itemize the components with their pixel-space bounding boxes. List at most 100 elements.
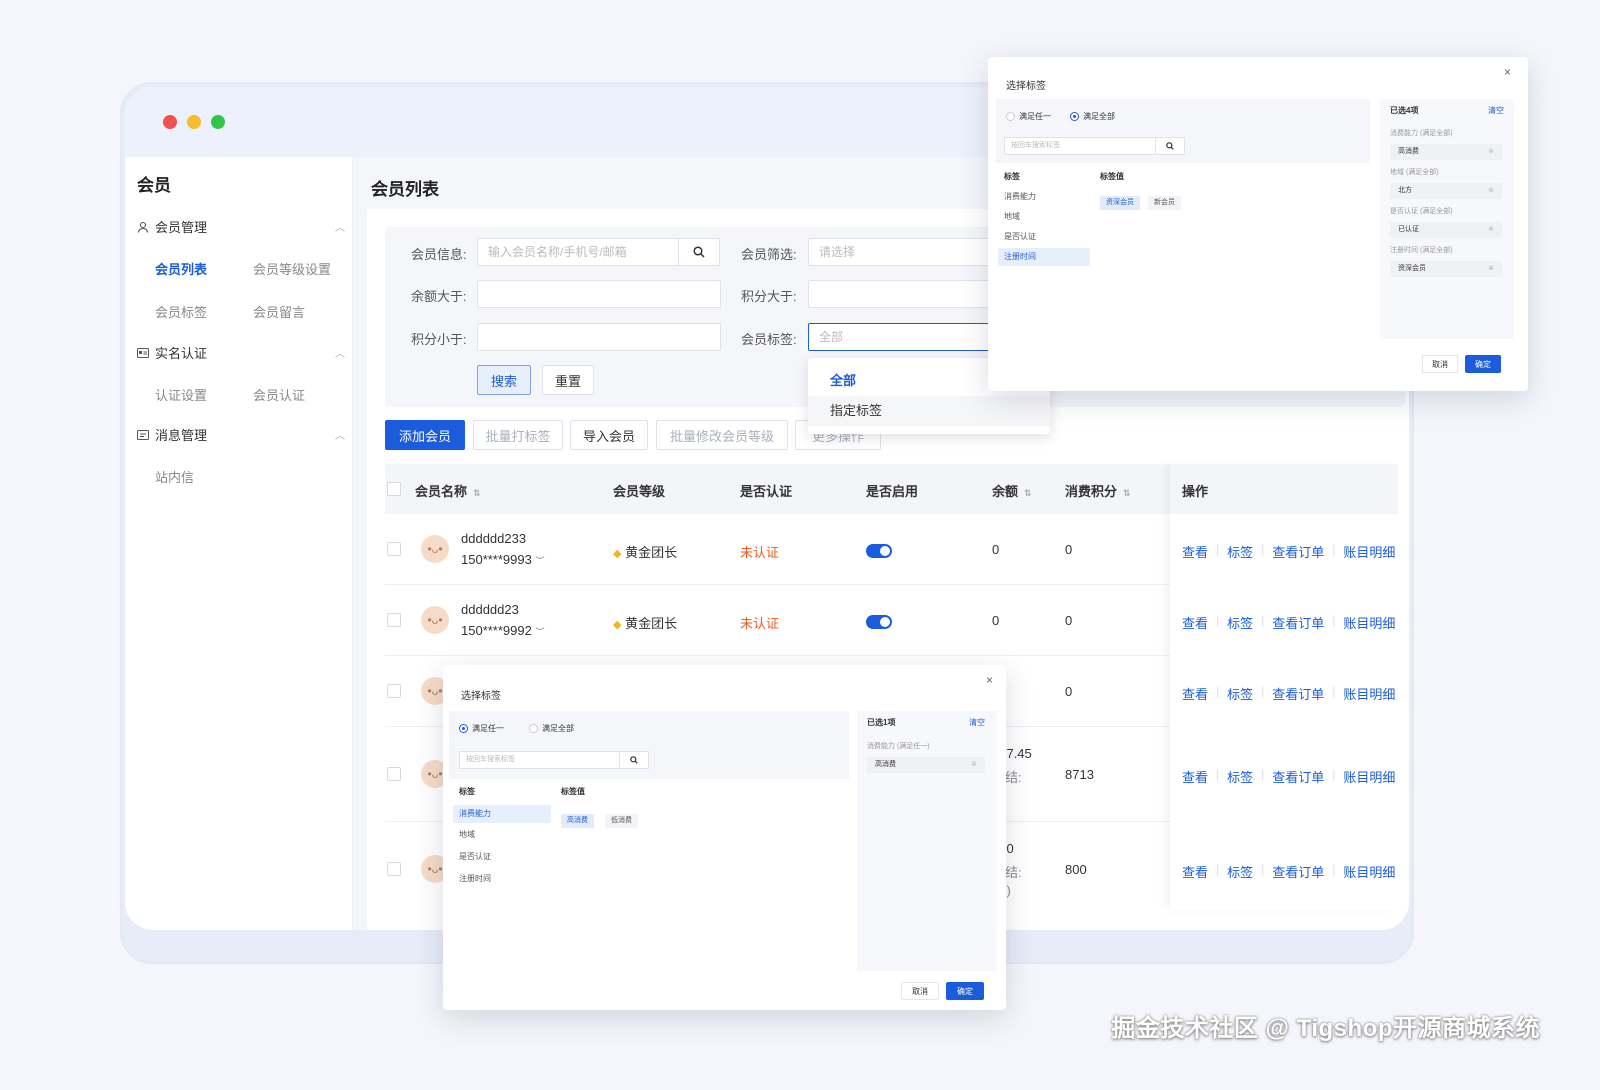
tag-link[interactable]: 标签 bbox=[1227, 862, 1253, 881]
cancel-button[interactable]: 取消 bbox=[1422, 355, 1458, 373]
balance-gt-label: 余额大于: bbox=[411, 289, 467, 304]
modal-filter-area: 满足任一 满足全部 按回车搜索标签 bbox=[996, 99, 1370, 163]
category-item[interactable]: 是否认证 bbox=[998, 228, 1090, 246]
view-orders-link[interactable]: 查看订单 bbox=[1272, 862, 1324, 881]
radio-any[interactable]: 满足任一 bbox=[1006, 111, 1051, 122]
view-orders-link[interactable]: 查看订单 bbox=[1272, 613, 1324, 632]
close-icon[interactable]: × bbox=[1504, 65, 1511, 79]
close-icon[interactable]: × bbox=[986, 673, 993, 687]
tag-search-input[interactable]: 按回车搜索标签 bbox=[459, 751, 621, 769]
tag-link[interactable]: 标签 bbox=[1227, 684, 1253, 703]
selected-group-label: 是否认证 (满足全部) bbox=[1390, 208, 1453, 215]
search-icon bbox=[630, 756, 638, 764]
modal-filter-area: 满足任一 满足全部 按回车搜索标签 bbox=[449, 711, 849, 779]
account-detail-link[interactable]: 账目明细 bbox=[1343, 613, 1395, 632]
member-name[interactable]: dddddd23 bbox=[461, 602, 519, 617]
sidebar-item-member-list[interactable]: 会员列表 bbox=[155, 259, 207, 278]
member-level: ◆ 黄金团长 bbox=[613, 616, 678, 631]
import-member-button[interactable]: 导入会员 bbox=[570, 420, 648, 450]
member-info-input[interactable]: 输入会员名称/手机号/邮箱 bbox=[477, 238, 679, 266]
view-link[interactable]: 查看 bbox=[1182, 862, 1208, 881]
view-link[interactable]: 查看 bbox=[1182, 767, 1208, 786]
category-item-active[interactable]: 消费能力 bbox=[453, 805, 551, 823]
points-gt-input[interactable] bbox=[808, 280, 1008, 308]
clear-link[interactable]: 清空 bbox=[969, 717, 985, 728]
maximize-window-button[interactable] bbox=[211, 115, 225, 129]
view-link[interactable]: 查看 bbox=[1182, 613, 1208, 632]
enabled-toggle[interactable] bbox=[866, 544, 892, 558]
tag-value-chip[interactable]: 新会员 bbox=[1148, 196, 1181, 210]
sidebar-group-verify[interactable]: 实名认证 ︿ bbox=[137, 343, 345, 362]
row-checkbox[interactable] bbox=[387, 862, 401, 876]
sidebar-item-member-verify[interactable]: 会员认证 bbox=[253, 385, 305, 404]
tag-search-button[interactable] bbox=[619, 751, 649, 769]
sidebar-item-inbox[interactable]: 站内信 bbox=[155, 467, 194, 486]
select-all-checkbox[interactable] bbox=[387, 482, 401, 496]
sidebar-group-message[interactable]: 消息管理 ︿ bbox=[137, 425, 345, 444]
tag-link[interactable]: 标签 bbox=[1227, 613, 1253, 632]
dropdown-option-specified[interactable]: 指定标签 bbox=[808, 396, 1050, 426]
sidebar-item-member-tag[interactable]: 会员标签 bbox=[155, 302, 207, 321]
tag-search-input[interactable]: 按回车搜索标签 bbox=[1004, 137, 1156, 155]
remove-icon: ⊗ bbox=[1488, 187, 1494, 194]
row-checkbox[interactable] bbox=[387, 542, 401, 556]
close-window-button[interactable] bbox=[163, 115, 177, 129]
view-orders-link[interactable]: 查看订单 bbox=[1272, 542, 1324, 561]
sidebar-item-verify-settings[interactable]: 认证设置 bbox=[155, 385, 207, 404]
view-orders-link[interactable]: 查看订单 bbox=[1272, 684, 1324, 703]
sidebar-item-member-level[interactable]: 会员等级设置 bbox=[253, 259, 331, 278]
tag-link[interactable]: 标签 bbox=[1227, 542, 1253, 561]
points-lt-input[interactable] bbox=[477, 323, 721, 351]
tag-value-chip[interactable]: 低消费 bbox=[605, 814, 638, 828]
category-item-active[interactable]: 注册时间 bbox=[998, 248, 1090, 266]
view-link[interactable]: 查看 bbox=[1182, 542, 1208, 561]
confirm-button[interactable]: 确定 bbox=[1465, 355, 1501, 373]
row-checkbox[interactable] bbox=[387, 613, 401, 627]
member-info-search-button[interactable] bbox=[678, 238, 720, 266]
radio-all[interactable]: 满足全部 bbox=[1070, 111, 1115, 122]
sidebar-item-member-message[interactable]: 会员留言 bbox=[253, 302, 305, 321]
clear-link[interactable]: 清空 bbox=[1488, 105, 1504, 116]
batch-level-button[interactable]: 批量修改会员等级 bbox=[656, 420, 788, 450]
row-checkbox[interactable] bbox=[387, 684, 401, 698]
view-orders-link[interactable]: 查看订单 bbox=[1272, 767, 1324, 786]
reset-button[interactable]: 重置 bbox=[542, 365, 594, 395]
category-item[interactable]: 注册时间 bbox=[453, 870, 551, 888]
member-screen-select[interactable]: 请选择 bbox=[808, 238, 1008, 266]
account-detail-link[interactable]: 账目明细 bbox=[1343, 767, 1395, 786]
tag-search-button[interactable] bbox=[1155, 137, 1185, 155]
radio-any[interactable]: 满足任一 bbox=[459, 723, 504, 734]
th-balance[interactable]: 余额 ⇅ bbox=[992, 481, 1032, 500]
th-name[interactable]: 会员名称 ⇅ bbox=[415, 481, 481, 500]
tag-link[interactable]: 标签 bbox=[1227, 767, 1253, 786]
cancel-button[interactable]: 取消 bbox=[901, 982, 939, 1000]
category-item[interactable]: 消费能力 bbox=[998, 188, 1090, 206]
eye-closed-icon: ︶ bbox=[535, 556, 545, 566]
minimize-window-button[interactable] bbox=[187, 115, 201, 129]
category-item[interactable]: 地域 bbox=[453, 826, 551, 844]
radio-checked-icon bbox=[1070, 112, 1079, 121]
row-checkbox[interactable] bbox=[387, 767, 401, 781]
category-item[interactable]: 地域 bbox=[998, 208, 1090, 226]
radio-all[interactable]: 满足全部 bbox=[529, 723, 574, 734]
add-member-button[interactable]: 添加会员 bbox=[385, 420, 465, 450]
batch-tag-button[interactable]: 批量打标签 bbox=[473, 420, 563, 450]
tag-value-chip-active[interactable]: 资深会员 bbox=[1100, 196, 1140, 210]
confirm-button[interactable]: 确定 bbox=[946, 982, 984, 1000]
view-link[interactable]: 查看 bbox=[1182, 684, 1208, 703]
enabled-toggle[interactable] bbox=[866, 615, 892, 629]
remove-icon: ⊗ bbox=[1488, 265, 1494, 272]
member-name[interactable]: dddddd233 bbox=[461, 531, 526, 546]
account-detail-link[interactable]: 账目明细 bbox=[1343, 542, 1395, 561]
search-button[interactable]: 搜索 bbox=[477, 365, 531, 395]
sidebar-group-member[interactable]: 会员管理 ︿ bbox=[137, 217, 345, 236]
balance-gt-input[interactable] bbox=[477, 280, 721, 308]
category-item[interactable]: 是否认证 bbox=[453, 848, 551, 866]
account-detail-link[interactable]: 账目明细 bbox=[1343, 684, 1395, 703]
tag-value-chip-active[interactable]: 高消费 bbox=[561, 814, 594, 828]
eye-closed-icon: ︶ bbox=[535, 627, 545, 637]
selected-count: 已选1项 bbox=[867, 718, 896, 727]
th-points[interactable]: 消费积分 ⇅ bbox=[1065, 481, 1131, 500]
member-tag-select[interactable]: 全部 bbox=[808, 323, 1008, 351]
account-detail-link[interactable]: 账目明细 bbox=[1343, 862, 1395, 881]
